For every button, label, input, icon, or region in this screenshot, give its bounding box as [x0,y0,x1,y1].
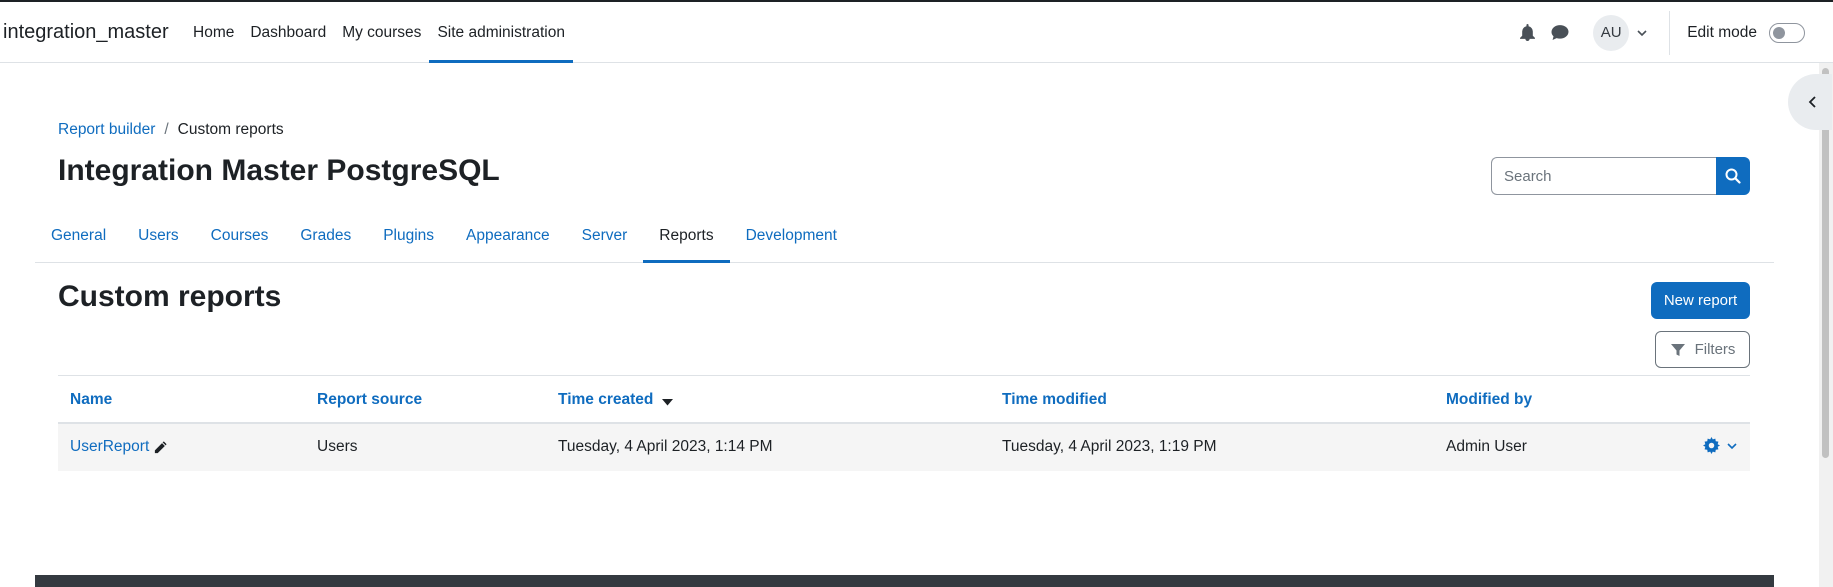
column-header-time-created[interactable]: Time created [558,391,674,409]
gear-icon [1703,437,1720,454]
tab-development[interactable]: Development [730,209,853,263]
breadcrumb-custom-reports: Custom reports [177,121,284,138]
tab-grades[interactable]: Grades [284,209,367,263]
cell-time-modified: Tuesday, 4 April 2023, 1:19 PM [1002,438,1217,455]
pencil-icon[interactable] [153,440,168,455]
new-report-button[interactable]: New report [1651,282,1750,319]
cell-modified-by: Admin User [1446,438,1527,455]
reports-table: Name Report source Time created Time mod… [58,375,1750,471]
cell-time-created: Tuesday, 4 April 2023, 1:14 PM [558,438,773,455]
breadcrumb: Report builder / Custom reports [58,121,284,139]
tab-plugins[interactable]: Plugins [367,209,450,263]
filters-label: Filters [1694,341,1736,358]
edit-mode-label: Edit mode [1687,23,1757,41]
table-row: UserReport Users Tuesday, 4 April 2023, … [58,424,1750,471]
nav-item-my-courses[interactable]: My courses [334,2,429,63]
report-name-link[interactable]: UserReport [70,438,149,456]
tab-users[interactable]: Users [122,209,194,263]
column-header-time-created-label: Time created [558,391,654,408]
table-header: Name Report source Time created Time mod… [58,375,1750,424]
tab-courses[interactable]: Courses [195,209,285,263]
nav-item-home[interactable]: Home [185,2,242,63]
row-actions-menu[interactable] [1703,437,1739,454]
search-button[interactable] [1716,157,1750,195]
search-input[interactable] [1491,157,1716,195]
open-block-drawer-button[interactable] [1788,74,1832,130]
page-scrollbar[interactable] [1819,63,1833,587]
nav-item-site-administration[interactable]: Site administration [429,2,573,63]
chevron-down-icon[interactable] [1635,26,1649,40]
section-title: Custom reports [58,280,282,313]
navbar-divider [1669,10,1671,55]
page-footer [35,575,1774,587]
chevron-down-icon [1727,442,1737,449]
tab-appearance[interactable]: Appearance [450,209,566,263]
cell-report-source: Users [317,438,358,455]
tab-reports[interactable]: Reports [643,209,730,263]
edit-mode-toggle[interactable] [1769,22,1805,43]
breadcrumb-separator: / [164,121,169,138]
toggle-knob [1773,26,1785,39]
nav-item-dashboard[interactable]: Dashboard [242,2,334,63]
site-brand[interactable]: integration_master [3,21,169,44]
tab-general[interactable]: General [35,209,122,263]
bell-icon[interactable] [1519,24,1536,41]
column-header-modified-by[interactable]: Modified by [1446,391,1532,409]
breadcrumb-report-builder[interactable]: Report builder [58,121,155,139]
sort-desc-icon [662,398,674,405]
column-header-name[interactable]: Name [70,391,112,409]
search-form [1491,157,1750,195]
navbar-right: AU Edit mode [1519,2,1833,63]
column-header-report-source[interactable]: Report source [317,391,422,409]
chat-icon[interactable] [1551,24,1569,41]
column-header-time-modified[interactable]: Time modified [1002,391,1107,409]
primary-nav: Home Dashboard My courses Site administr… [185,2,573,63]
tab-server[interactable]: Server [566,209,644,263]
cell-name: UserReport [70,438,168,456]
chevron-left-icon [1808,96,1816,108]
top-navbar: integration_master Home Dashboard My cou… [0,2,1833,63]
secondary-nav: General Users Courses Grades Plugins App… [35,209,1774,263]
filters-button[interactable]: Filters [1655,331,1750,368]
search-icon [1725,168,1741,184]
user-avatar[interactable]: AU [1593,14,1630,51]
filter-icon [1670,343,1685,356]
page-title: Integration Master PostgreSQL [58,154,500,187]
